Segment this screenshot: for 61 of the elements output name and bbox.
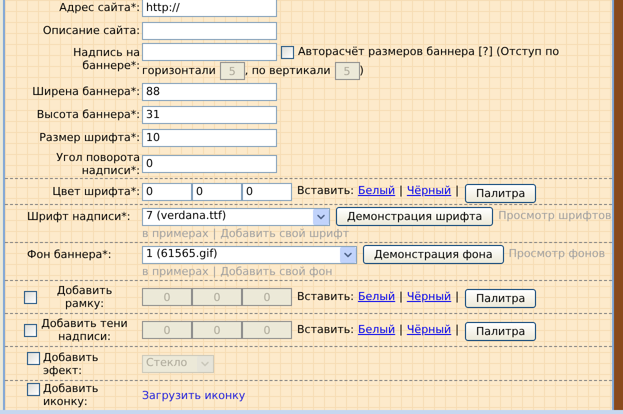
separator-text: | xyxy=(399,322,403,338)
palette-button[interactable]: Палитра xyxy=(464,322,536,341)
field-label: Высота баннера*: xyxy=(36,108,140,121)
text-field[interactable]: 0 xyxy=(242,182,292,200)
field-label: Добавить эфект: xyxy=(43,350,100,376)
text-field[interactable]: http:// xyxy=(142,0,277,16)
separator-text: | xyxy=(455,288,459,305)
color-link[interactable]: Чёрный xyxy=(406,288,452,306)
separator-text: | xyxy=(455,322,459,338)
field-label: Угол поворота надписи*: xyxy=(55,150,140,176)
text-field[interactable]: 10 xyxy=(142,128,277,146)
offset-label: , по вертикали xyxy=(244,62,331,79)
separator-text: | xyxy=(455,183,459,200)
autosize-label: Авторасчёт размеров баннера [?] (Отступ по xyxy=(298,44,560,60)
palette-button[interactable]: Палитра xyxy=(464,184,536,202)
field-label: Адрес сайта*: xyxy=(59,1,140,14)
text-field[interactable] xyxy=(142,43,277,61)
field-label: Шрифт надписи*: xyxy=(27,210,130,223)
field-label: Ширена баннера*: xyxy=(32,85,140,98)
color-link[interactable]: Белый xyxy=(358,183,396,200)
text-field[interactable]: 0 xyxy=(142,182,192,200)
separator-text: | xyxy=(212,227,216,240)
text-field[interactable]: 31 xyxy=(142,106,277,124)
offset-label: горизонтали xyxy=(142,62,216,79)
insert-label: Вставить: xyxy=(297,288,354,305)
field-label: Размер шрифта*: xyxy=(39,131,140,144)
checkbox[interactable] xyxy=(24,291,36,304)
field-label: Добавить иконку: xyxy=(43,382,100,408)
chevron-icon xyxy=(313,208,329,224)
color-link[interactable]: Белый xyxy=(358,322,396,338)
upload-link[interactable]: Загрузить иконку xyxy=(142,388,246,404)
field-label: Добавить тени надписи: xyxy=(40,317,129,343)
checkbox[interactable] xyxy=(27,383,40,396)
color-link[interactable]: Чёрный xyxy=(406,183,452,200)
text-field[interactable]: 0 xyxy=(142,154,277,172)
color-link[interactable]: Белый xyxy=(358,288,396,306)
text-field[interactable]: 88 xyxy=(142,82,277,100)
checkbox[interactable] xyxy=(27,352,40,364)
field-label: Описание сайта: xyxy=(42,24,140,37)
field-label: Фон баннера*: xyxy=(27,248,112,261)
separator-text: | xyxy=(399,288,403,305)
paren-text: ) xyxy=(360,62,364,79)
demo-button[interactable]: Демонстрация шрифта xyxy=(336,207,494,226)
color-link[interactable]: Чёрный xyxy=(406,322,452,338)
chevron-icon xyxy=(340,246,356,262)
chevron-icon xyxy=(197,356,213,372)
palette-button[interactable]: Палитра xyxy=(464,289,536,308)
insert-label: Вставить: xyxy=(297,183,354,200)
text-field[interactable] xyxy=(142,22,277,40)
checkbox[interactable] xyxy=(281,46,294,58)
demo-button[interactable]: Демонстрация фона xyxy=(363,245,504,264)
field-label: Добавить рамку: xyxy=(56,284,114,310)
field-label: Цвет шрифта*: xyxy=(52,185,140,198)
checkbox[interactable] xyxy=(24,324,36,337)
insert-label: Вставить: xyxy=(297,322,354,338)
text-field[interactable]: 0 xyxy=(192,182,242,200)
dropdown[interactable]: 7 (verdana.ttf) xyxy=(142,208,330,226)
separator-text: | xyxy=(212,265,216,278)
separator-text: | xyxy=(399,183,403,200)
field-label: Надпись на баннере*: xyxy=(72,46,140,72)
dropdown[interactable]: 1 (61565.gif) xyxy=(142,246,357,264)
